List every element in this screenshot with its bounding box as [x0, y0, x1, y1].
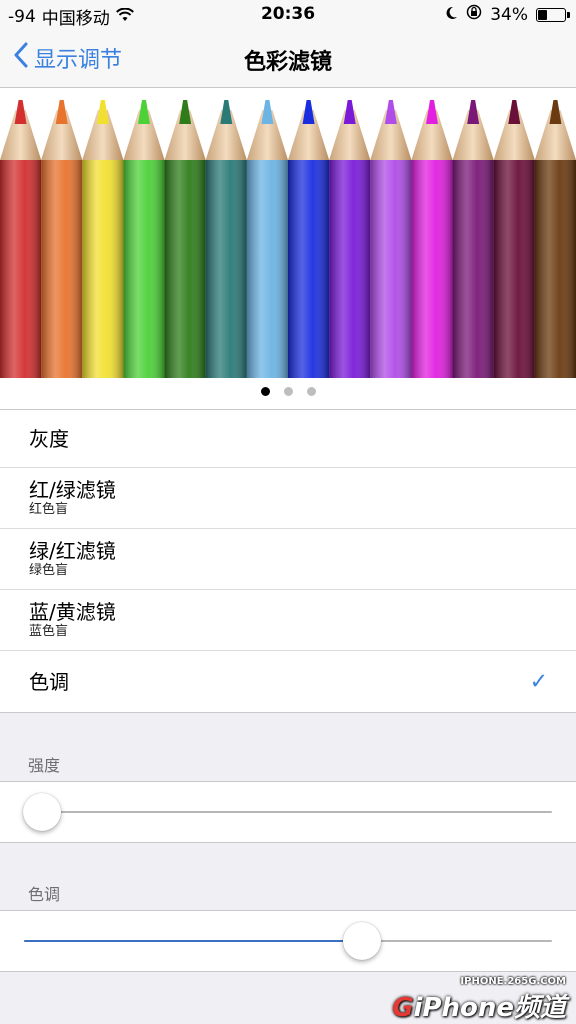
page-dot[interactable]	[260, 387, 270, 396]
filter-list: 灰度 红/绿滤镜 红色盲 绿/红滤镜 绿色盲 蓝/黄滤镜 蓝色盲 色调 ✓	[0, 410, 576, 713]
watermark-url: IPHONE.265G.COM	[460, 976, 566, 987]
pencil	[370, 100, 412, 378]
hue-slider-fill	[24, 940, 362, 942]
page-dot[interactable]	[306, 387, 316, 396]
battery-icon	[536, 7, 570, 22]
moon-icon	[445, 5, 458, 25]
colored-pencils-image	[0, 100, 576, 378]
pencil	[164, 100, 206, 378]
intensity-header: 强度	[28, 756, 61, 775]
rotation-lock-icon	[466, 4, 482, 25]
pencil	[288, 100, 330, 378]
intensity-slider-track[interactable]	[24, 811, 552, 813]
option-subtitle: 绿色盲	[29, 563, 69, 578]
watermark-logo: GiPhone频道	[392, 987, 566, 1024]
filter-option-tritanopia[interactable]: 蓝/黄滤镜 蓝色盲	[0, 590, 576, 651]
pencil	[534, 100, 576, 378]
hue-header: 色调	[28, 885, 61, 904]
option-title: 灰度	[29, 426, 69, 451]
pencil	[205, 100, 247, 378]
watermark-logo-g: G	[392, 993, 414, 1023]
pencil	[41, 100, 83, 378]
filter-option-color-tint[interactable]: 色调 ✓	[0, 651, 576, 712]
option-subtitle: 红色盲	[29, 502, 69, 517]
battery-percent: 34%	[490, 4, 528, 25]
hue-slider-thumb[interactable]	[342, 922, 381, 960]
hue-slider-cell	[0, 910, 576, 972]
pencil	[411, 100, 453, 378]
filter-option-protanopia[interactable]: 红/绿滤镜 红色盲	[0, 468, 576, 529]
option-title: 蓝/黄滤镜	[29, 600, 116, 624]
hue-slider-track[interactable]	[24, 940, 552, 942]
intensity-slider-thumb[interactable]	[23, 793, 61, 831]
filter-option-deuteranopia[interactable]: 绿/红滤镜 绿色盲	[0, 529, 576, 590]
pencil	[123, 100, 165, 378]
pencil	[493, 100, 535, 378]
pencil	[82, 100, 124, 378]
option-subtitle: 蓝色盲	[29, 624, 69, 639]
pencil	[246, 100, 288, 378]
page-title: 色彩滤镜	[243, 50, 332, 75]
option-title: 红/绿滤镜	[29, 478, 116, 502]
page-dot[interactable]	[283, 387, 293, 396]
option-title: 色调	[29, 669, 69, 694]
status-bar: -94 中国移动 20:36 34%	[0, 0, 576, 30]
filter-preview[interactable]	[0, 88, 576, 410]
watermark: IPHONE.265G.COM GiPhone频道	[392, 976, 566, 1024]
status-right: 34%	[445, 4, 570, 25]
navigation-bar: 显示调节 色彩滤镜	[0, 30, 576, 88]
pencil	[0, 100, 42, 378]
pencil	[452, 100, 494, 378]
battery-level	[538, 9, 547, 20]
page-indicator[interactable]	[0, 387, 576, 396]
option-title: 绿/红滤镜	[29, 539, 116, 563]
pencil	[329, 100, 371, 378]
intensity-slider-cell	[0, 781, 576, 843]
checkmark-icon: ✓	[529, 669, 548, 694]
filter-option-grayscale[interactable]: 灰度	[0, 410, 576, 468]
watermark-logo-text: iPhone频道	[413, 993, 566, 1023]
